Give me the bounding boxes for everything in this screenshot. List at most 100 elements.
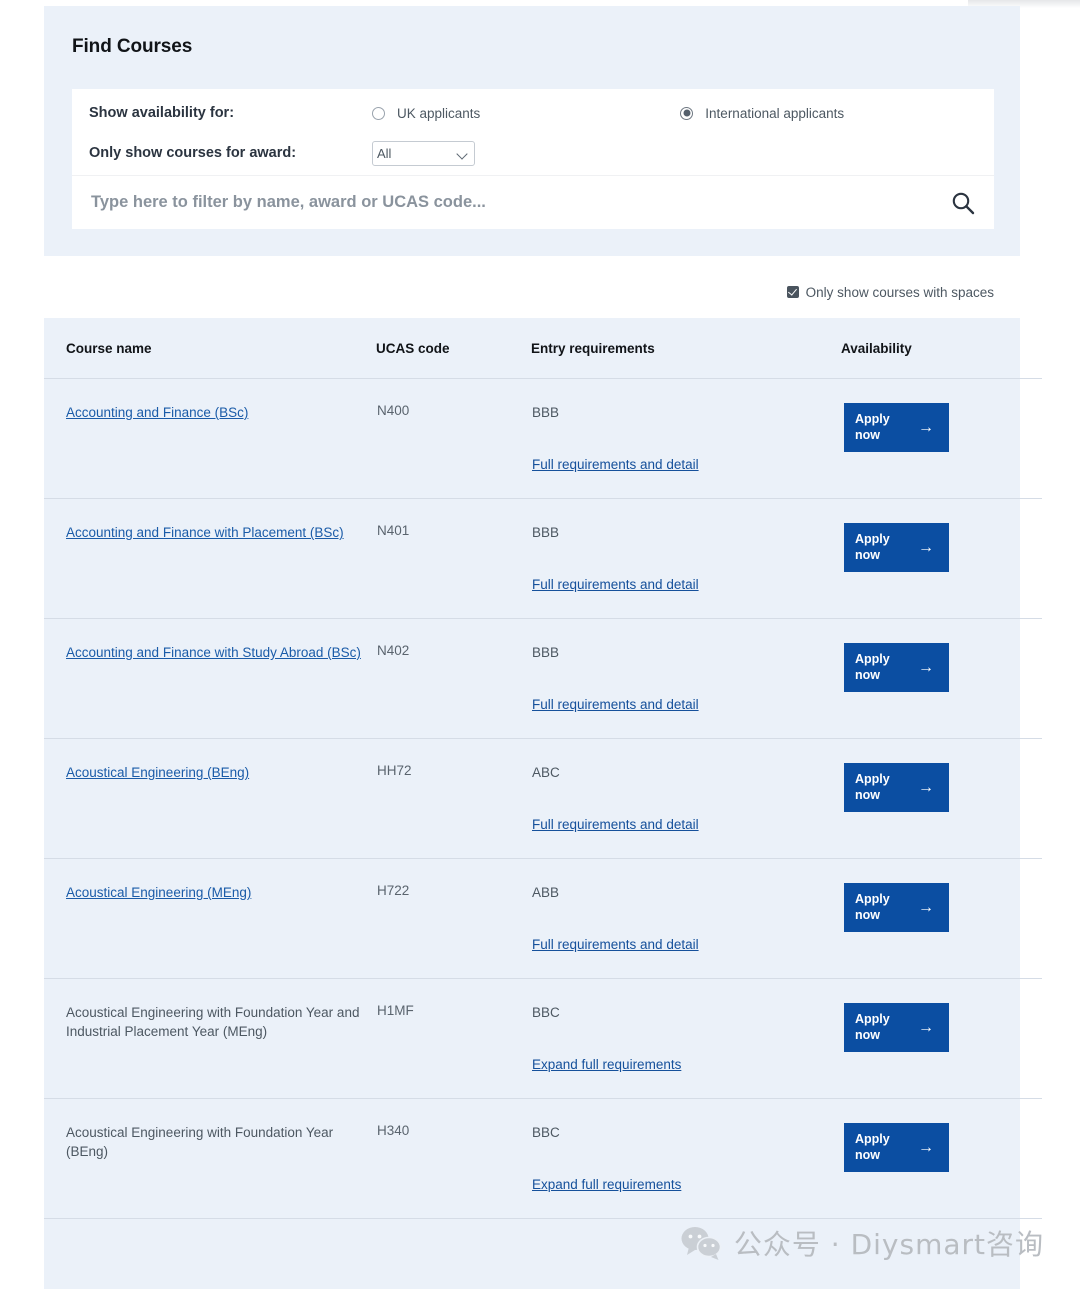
award-select-wrapper: All	[372, 140, 475, 166]
cell-course-name: Acoustical Engineering (BEng)	[44, 738, 376, 859]
search-icon	[952, 192, 975, 214]
table-row: Acoustical Engineering (MEng) H722 ABB Full…	[44, 858, 1042, 979]
course-name-text: Acoustical Engineering with Foundation Y…	[66, 1005, 360, 1039]
entry-grades: BBB	[532, 405, 560, 420]
cell-course-name: Acoustical Engineering with Foundation Y…	[44, 1098, 376, 1219]
requirements-link[interactable]: Expand full requirements	[532, 1175, 681, 1194]
cell-entry-requirements: ABB Full requirements and detail	[531, 858, 841, 979]
cell-ucas-code: HH72	[376, 738, 531, 859]
availability-filter-row: Show availability for: UK applicants Int…	[72, 93, 994, 133]
table-row: Acoustical Engineering with Foundation Y…	[44, 1098, 1042, 1219]
cell-entry-requirements: BBB Full requirements and detail	[531, 498, 841, 619]
cell-entry-requirements: BBC Expand full requirements	[531, 978, 841, 1099]
apply-now-button[interactable]: Apply now →	[844, 763, 949, 812]
requirements-link[interactable]: Full requirements and detail	[532, 575, 699, 594]
cell-ucas-code: H722	[376, 858, 531, 979]
course-name-link[interactable]: Acoustical Engineering (MEng)	[66, 885, 251, 900]
apply-now-button[interactable]: Apply now →	[844, 1123, 949, 1172]
search-input[interactable]	[72, 192, 923, 213]
apply-now-label: Apply now	[855, 412, 890, 442]
radio-international-label: International applicants	[705, 105, 845, 121]
apply-now-button[interactable]: Apply now →	[844, 883, 949, 932]
cell-ucas-code: N402	[376, 618, 531, 739]
apply-now-button[interactable]: Apply now →	[844, 523, 949, 572]
cell-course-name: Acoustical Engineering with Foundation Y…	[44, 978, 376, 1099]
table-row: Accounting and Finance with Study Abroad…	[44, 618, 1042, 739]
course-results-panel: Course name UCAS code Entry requirements…	[44, 318, 1042, 1289]
course-name-link[interactable]: Accounting and Finance with Study Abroad…	[66, 645, 361, 660]
radio-circle-uk-icon[interactable]	[372, 106, 385, 120]
arrow-right-icon: →	[918, 418, 934, 436]
filter-card: Show availability for: UK applicants Int…	[72, 89, 994, 229]
apply-now-label: Apply now	[855, 1132, 890, 1162]
award-filter-row: Only show courses for award: All	[72, 133, 994, 173]
cell-availability: Apply now →	[841, 738, 1042, 859]
table-row: Accounting and Finance with Placement (B…	[44, 498, 1042, 619]
requirements-link[interactable]: Expand full requirements	[532, 1055, 681, 1074]
cell-course-name: Acoustical Engineering (MEng)	[44, 858, 376, 979]
cell-availability: Apply now →	[841, 498, 1042, 619]
spaces-filter-row: Only show courses with spaces	[44, 279, 1020, 305]
radio-uk-applicants[interactable]: UK applicants	[372, 106, 480, 121]
course-name-link[interactable]: Acoustical Engineering (BEng)	[66, 765, 249, 780]
requirements-link[interactable]: Full requirements and detail	[532, 455, 699, 474]
cell-ucas-code: H1MF	[376, 978, 531, 1099]
cell-entry-requirements: BBC Expand full requirements	[531, 1098, 841, 1219]
apply-now-button[interactable]: Apply now →	[844, 1003, 949, 1052]
page-title: Find Courses	[72, 36, 193, 57]
arrow-right-icon: →	[918, 778, 934, 796]
apply-now-label: Apply now	[855, 772, 890, 802]
entry-grades: BBC	[532, 1005, 560, 1020]
course-table-head: Course name UCAS code Entry requirements…	[44, 318, 1042, 379]
spaces-checkbox-wrapper[interactable]: Only show courses with spaces	[786, 285, 994, 300]
column-header-ucas-code: UCAS code	[376, 318, 531, 379]
requirements-link[interactable]: Full requirements and detail	[532, 935, 699, 954]
cell-course-name: Accounting and Finance (BSc)	[44, 378, 376, 499]
arrow-right-icon: →	[918, 538, 934, 556]
column-header-availability: Availability	[841, 318, 1042, 379]
radio-circle-international-icon[interactable]	[680, 106, 694, 120]
applicant-type-radio-group: UK applicants International applicants	[372, 106, 844, 121]
cell-entry-requirements: BBB Full requirements and detail	[531, 618, 841, 739]
cell-ucas-code: H340	[376, 1098, 531, 1219]
availability-label: Show availability for:	[89, 105, 235, 121]
cell-availability: Apply now →	[841, 618, 1042, 739]
award-select[interactable]: All	[372, 140, 475, 166]
radio-international-applicants[interactable]: International applicants	[680, 106, 844, 121]
table-row: Acoustical Engineering (BEng) HH72 ABC Full…	[44, 738, 1042, 859]
cell-availability: Apply now →	[841, 858, 1042, 979]
column-header-entry-requirements: Entry requirements	[531, 318, 841, 379]
course-name-text: Acoustical Engineering with Foundation Y…	[66, 1125, 334, 1159]
entry-grades: BBB	[532, 645, 560, 660]
apply-now-label: Apply now	[855, 652, 890, 682]
apply-now-button[interactable]: Apply now →	[844, 403, 949, 452]
entry-grades: ABC	[532, 765, 560, 780]
cell-ucas-code: N400	[376, 378, 531, 499]
cell-availability: Apply now →	[841, 978, 1042, 1099]
apply-now-label: Apply now	[855, 892, 890, 922]
course-table-body: Accounting and Finance (BSc) N400 BBB Full …	[44, 378, 1042, 1219]
cell-entry-requirements: ABC Full requirements and detail	[531, 738, 841, 859]
filter-rows: Show availability for: UK applicants Int…	[72, 89, 994, 176]
award-label: Only show courses for award:	[89, 145, 297, 161]
requirements-link[interactable]: Full requirements and detail	[532, 695, 699, 714]
course-table: Course name UCAS code Entry requirements…	[44, 318, 1042, 1219]
cell-availability: Apply now →	[841, 378, 1042, 499]
search-button[interactable]	[950, 190, 976, 216]
apply-now-label: Apply now	[855, 1012, 890, 1042]
table-row: Acoustical Engineering with Foundation Y…	[44, 978, 1042, 1099]
course-name-link[interactable]: Accounting and Finance (BSc)	[66, 405, 248, 420]
apply-now-label: Apply now	[855, 532, 890, 562]
cell-ucas-code: N401	[376, 498, 531, 619]
cell-course-name: Accounting and Finance with Study Abroad…	[44, 618, 376, 739]
apply-now-button[interactable]: Apply now →	[844, 643, 949, 692]
arrow-right-icon: →	[918, 658, 934, 676]
requirements-link[interactable]: Full requirements and detail	[532, 815, 699, 834]
checkbox-checked-icon[interactable]	[786, 286, 799, 298]
find-courses-panel: Find Courses Show availability for: UK a…	[44, 6, 1020, 256]
course-name-link[interactable]: Accounting and Finance with Placement (B…	[66, 525, 344, 540]
entry-grades: ABB	[532, 885, 560, 900]
arrow-right-icon: →	[918, 1018, 934, 1036]
entry-grades: BBB	[532, 525, 560, 540]
cell-course-name: Accounting and Finance with Placement (B…	[44, 498, 376, 619]
